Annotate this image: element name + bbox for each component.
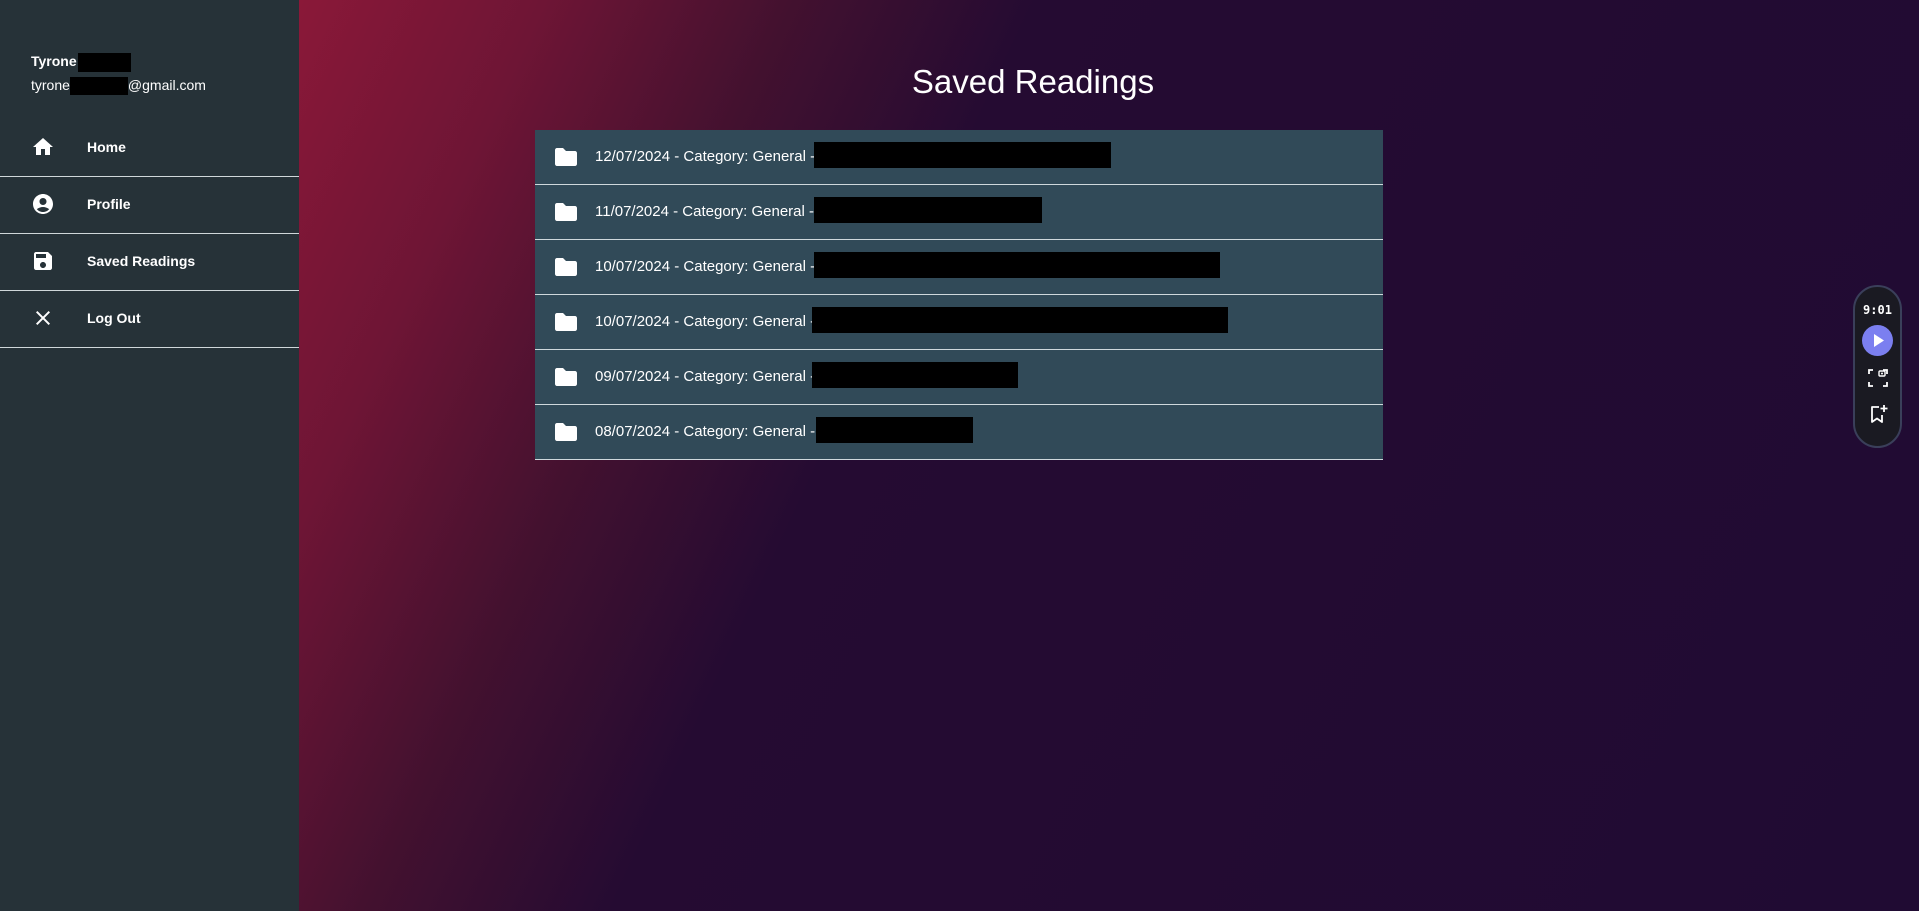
account-circle-icon: [33, 194, 53, 214]
redacted-reading-title: [814, 197, 1042, 223]
list-item[interactable]: 10/07/2024 - Category: General -: [535, 295, 1383, 350]
list-item[interactable]: 09/07/2024 - Category: General -: [535, 350, 1383, 405]
app-window: Tyrone tyrone @gmail.com Home Profile Sa…: [0, 0, 1919, 911]
sidebar-item-saved-readings[interactable]: Saved Readings: [0, 234, 299, 291]
recorder-widget: 9:01: [1853, 285, 1902, 448]
user-email-suffix: @gmail.com: [127, 77, 206, 93]
sidebar-nav: Home Profile Saved Readings Log Out: [0, 120, 299, 348]
redacted-reading-title: [814, 142, 1111, 168]
sidebar-item-label: Saved Readings: [87, 253, 196, 269]
bookmark-add-icon: [1871, 405, 1888, 423]
sidebar-item-label: Home: [87, 139, 126, 155]
sidebar-item-home[interactable]: Home: [0, 120, 299, 177]
redacted-email-part: [69, 77, 128, 96]
page-title: Saved Readings: [911, 63, 1155, 100]
user-first-name: Tyrone: [31, 53, 77, 69]
reading-label: 12/07/2024 - Category: General -: [595, 148, 816, 165]
screenshot-icon: [1868, 369, 1888, 387]
reading-label: 10/07/2024 - Category: General -: [595, 313, 816, 330]
close-icon: [36, 311, 50, 325]
save-icon: [34, 252, 52, 270]
user-info: Tyrone tyrone @gmail.com: [31, 49, 206, 97]
user-email: tyrone @gmail.com: [31, 73, 206, 97]
folder-icon: [555, 368, 577, 386]
redacted-reading-title: [812, 307, 1228, 333]
play-icon: [1874, 334, 1884, 347]
folder-icon: [555, 203, 577, 221]
redacted-reading-title: [814, 252, 1220, 278]
sidebar-item-log-out[interactable]: Log Out: [0, 291, 299, 348]
screenshot-button[interactable]: [1867, 367, 1889, 389]
user-email-prefix: tyrone: [31, 77, 70, 93]
saved-readings-list: 12/07/2024 - Category: General - 11/07/2…: [535, 130, 1383, 460]
folder-icon: [555, 423, 577, 441]
list-item[interactable]: 11/07/2024 - Category: General -: [535, 185, 1383, 240]
play-button[interactable]: [1862, 325, 1893, 356]
main-content: Saved Readings 12/07/2024 - Category: Ge…: [299, 0, 1919, 911]
reading-label: 10/07/2024 - Category: General -: [595, 258, 816, 275]
reading-label: 11/07/2024 - Category: General -: [595, 203, 815, 220]
user-name: Tyrone: [31, 49, 206, 73]
redacted-reading-title: [816, 417, 973, 443]
sidebar-item-profile[interactable]: Profile: [0, 177, 299, 234]
redacted-last-name: [77, 52, 131, 72]
reading-label: 08/07/2024 - Category: General -: [595, 423, 816, 440]
list-item[interactable]: 08/07/2024 - Category: General -: [535, 405, 1383, 460]
folder-icon: [555, 148, 577, 166]
list-item[interactable]: 10/07/2024 - Category: General -: [535, 240, 1383, 295]
folder-icon: [555, 313, 577, 331]
bookmark-add-button[interactable]: [1867, 403, 1889, 425]
sidebar-item-label: Log Out: [87, 310, 141, 326]
folder-icon: [555, 258, 577, 276]
redacted-reading-title: [812, 362, 1018, 388]
reading-label: 09/07/2024 - Category: General -: [595, 368, 816, 385]
list-item[interactable]: 12/07/2024 - Category: General -: [535, 130, 1383, 185]
sidebar: Tyrone tyrone @gmail.com Home Profile Sa…: [0, 0, 299, 911]
widget-timer: 9:01: [1863, 303, 1892, 317]
sidebar-item-label: Profile: [87, 196, 131, 212]
home-icon: [33, 138, 53, 155]
